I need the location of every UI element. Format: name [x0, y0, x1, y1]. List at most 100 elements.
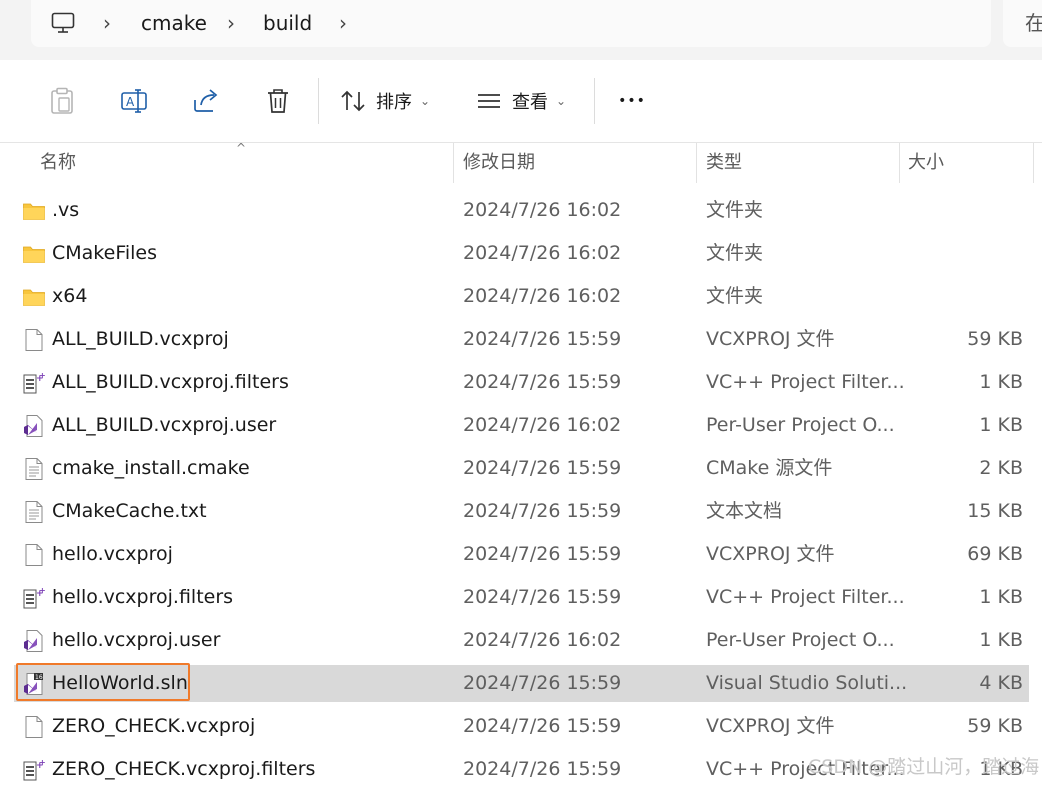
- delete-button[interactable]: [260, 78, 296, 124]
- search-box[interactable]: 在: [1003, 0, 1042, 47]
- vs-user-file-icon: [22, 414, 46, 438]
- file-modified: 2024/7/26 15:59: [463, 715, 622, 737]
- watermark: CSDN @踏过山河，踏过海: [808, 756, 1040, 778]
- column-header-type[interactable]: 类型: [706, 143, 742, 183]
- this-pc-icon[interactable]: [51, 12, 75, 38]
- file-type: VCXPROJ 文件: [706, 328, 835, 350]
- toolbar-divider: [318, 78, 319, 124]
- file-type: VCXPROJ 文件: [706, 543, 835, 565]
- file-row-selected[interactable]: 16 HelloWorld.sln 2024/7/26 15:59 Visual St…: [14, 663, 1029, 702]
- breadcrumb-build[interactable]: build: [263, 0, 312, 47]
- view-button[interactable]: 查看 ⌄: [476, 78, 576, 124]
- blank-file-icon: [22, 543, 46, 567]
- clipboard-icon: [51, 87, 73, 114]
- blank-file-icon: [22, 328, 46, 352]
- file-row[interactable]: ZERO_CHECK.vcxproj 2024/7/26 15:59 VCXPROJ…: [14, 708, 1029, 745]
- search-placeholder: 在: [1025, 11, 1042, 35]
- text-file-icon: [22, 500, 46, 524]
- chevron-down-icon: ⌄: [556, 94, 567, 108]
- file-row[interactable]: + + hello.vcxproj.filters 2024/7/26 15:59 VC…: [14, 579, 1029, 616]
- chevron-down-icon: ⌄: [420, 94, 431, 108]
- file-row[interactable]: cmake_install.cmake 2024/7/26 15:59 CMake …: [14, 450, 1029, 487]
- file-modified: 2024/7/26 15:59: [463, 758, 622, 780]
- file-modified: 2024/7/26 16:02: [463, 199, 622, 221]
- filters-file-icon: + +: [22, 371, 46, 395]
- file-row[interactable]: hello.vcxproj 2024/7/26 15:59 VCXPROJ 文件 69…: [14, 536, 1029, 573]
- breadcrumb-separator[interactable]: ›: [103, 0, 111, 47]
- column-divider[interactable]: [1033, 143, 1034, 183]
- file-modified: 2024/7/26 15:59: [463, 328, 622, 350]
- file-type: VCXPROJ 文件: [706, 715, 835, 737]
- file-modified: 2024/7/26 16:02: [463, 242, 622, 264]
- view-label: 查看: [512, 92, 548, 113]
- address-bar-region: › cmake › build › 在: [0, 0, 1042, 60]
- file-type: VC++ Project Filter...: [706, 371, 905, 393]
- sort-icon: [341, 90, 365, 112]
- share-button[interactable]: [188, 78, 224, 124]
- file-size: 1 KB: [979, 371, 1023, 393]
- file-modified: 2024/7/26 16:02: [463, 629, 622, 651]
- file-row[interactable]: x64 2024/7/26 16:02 文件夹: [14, 278, 1029, 315]
- folder-icon: [22, 199, 46, 223]
- filters-file-icon: + +: [22, 586, 46, 610]
- sort-button[interactable]: 排序 ⌄: [340, 78, 440, 124]
- column-header-modified[interactable]: 修改日期: [463, 143, 535, 183]
- file-type: CMake 源文件: [706, 457, 833, 479]
- more-options-button[interactable]: •••: [614, 78, 650, 124]
- file-size: 1 KB: [979, 414, 1023, 436]
- file-modified: 2024/7/26 15:59: [463, 543, 622, 565]
- file-size: 2 KB: [979, 457, 1023, 479]
- breadcrumb-separator[interactable]: ›: [227, 0, 235, 47]
- file-row[interactable]: hello.vcxproj.user 2024/7/26 16:02 Per-Use…: [14, 622, 1029, 659]
- column-divider[interactable]: [899, 143, 900, 183]
- sort-label: 排序: [376, 92, 412, 113]
- svg-text:A: A: [126, 95, 135, 109]
- svg-text:+: +: [39, 758, 46, 767]
- file-modified: 2024/7/26 15:59: [463, 500, 622, 522]
- file-type: 文件夹: [706, 285, 764, 307]
- file-row[interactable]: + + ALL_BUILD.vcxproj.filters 2024/7/26 15:…: [14, 364, 1029, 401]
- file-modified: 2024/7/26 16:02: [463, 285, 622, 307]
- paste-button[interactable]: [44, 78, 80, 124]
- file-row[interactable]: CMakeFiles 2024/7/26 16:02 文件夹: [14, 235, 1029, 272]
- file-name: cmake_install.cmake: [52, 457, 250, 479]
- column-header-name[interactable]: 名称: [40, 143, 76, 183]
- file-name: hello.vcxproj: [52, 543, 173, 565]
- file-size: 59 KB: [967, 715, 1023, 737]
- file-row[interactable]: CMakeCache.txt 2024/7/26 15:59 文本文档 15 KB: [14, 493, 1029, 530]
- svg-text:+: +: [39, 586, 46, 595]
- rename-button[interactable]: A: [116, 78, 152, 124]
- file-name: ZERO_CHECK.vcxproj.filters: [52, 758, 316, 780]
- address-bar[interactable]: › cmake › build ›: [31, 0, 991, 47]
- file-type: Per-User Project O...: [706, 414, 895, 436]
- rename-icon: A: [121, 89, 147, 113]
- file-name: CMakeFiles: [52, 242, 158, 264]
- file-row[interactable]: .vs 2024/7/26 16:02 文件夹: [14, 192, 1029, 229]
- file-modified: 2024/7/26 15:59: [463, 586, 622, 608]
- file-size: 59 KB: [967, 328, 1023, 350]
- more-icon: •••: [618, 93, 646, 109]
- breadcrumb-separator[interactable]: ›: [339, 0, 347, 47]
- file-type: 文本文档: [706, 500, 783, 522]
- blank-file-icon: [22, 715, 46, 739]
- column-divider[interactable]: [453, 143, 454, 183]
- vs-solution-icon: 16: [22, 672, 46, 696]
- breadcrumb-cmake[interactable]: cmake: [141, 0, 207, 47]
- file-name: ALL_BUILD.vcxproj.filters: [52, 371, 289, 393]
- file-type: Per-User Project O...: [706, 629, 895, 651]
- vs-user-file-icon: [22, 629, 46, 653]
- file-name: .vs: [52, 199, 80, 221]
- file-name: hello.vcxproj.user: [52, 629, 221, 651]
- column-header-size[interactable]: 大小: [908, 143, 944, 183]
- file-modified: 2024/7/26 15:59: [463, 371, 622, 393]
- toolbar-divider: [594, 78, 595, 124]
- file-size: 1 KB: [979, 586, 1023, 608]
- file-row[interactable]: ALL_BUILD.vcxproj 2024/7/26 15:59 VCXPROJ …: [14, 321, 1029, 358]
- file-type: 文件夹: [706, 199, 764, 221]
- file-row[interactable]: ALL_BUILD.vcxproj.user 2024/7/26 16:02 Per…: [14, 407, 1029, 444]
- file-name: ALL_BUILD.vcxproj.user: [52, 414, 277, 436]
- file-name: hello.vcxproj.filters: [52, 586, 234, 608]
- column-headers: ^ 名称 修改日期 类型 大小: [0, 141, 1042, 183]
- file-name: CMakeCache.txt: [52, 500, 207, 522]
- column-divider[interactable]: [696, 143, 697, 183]
